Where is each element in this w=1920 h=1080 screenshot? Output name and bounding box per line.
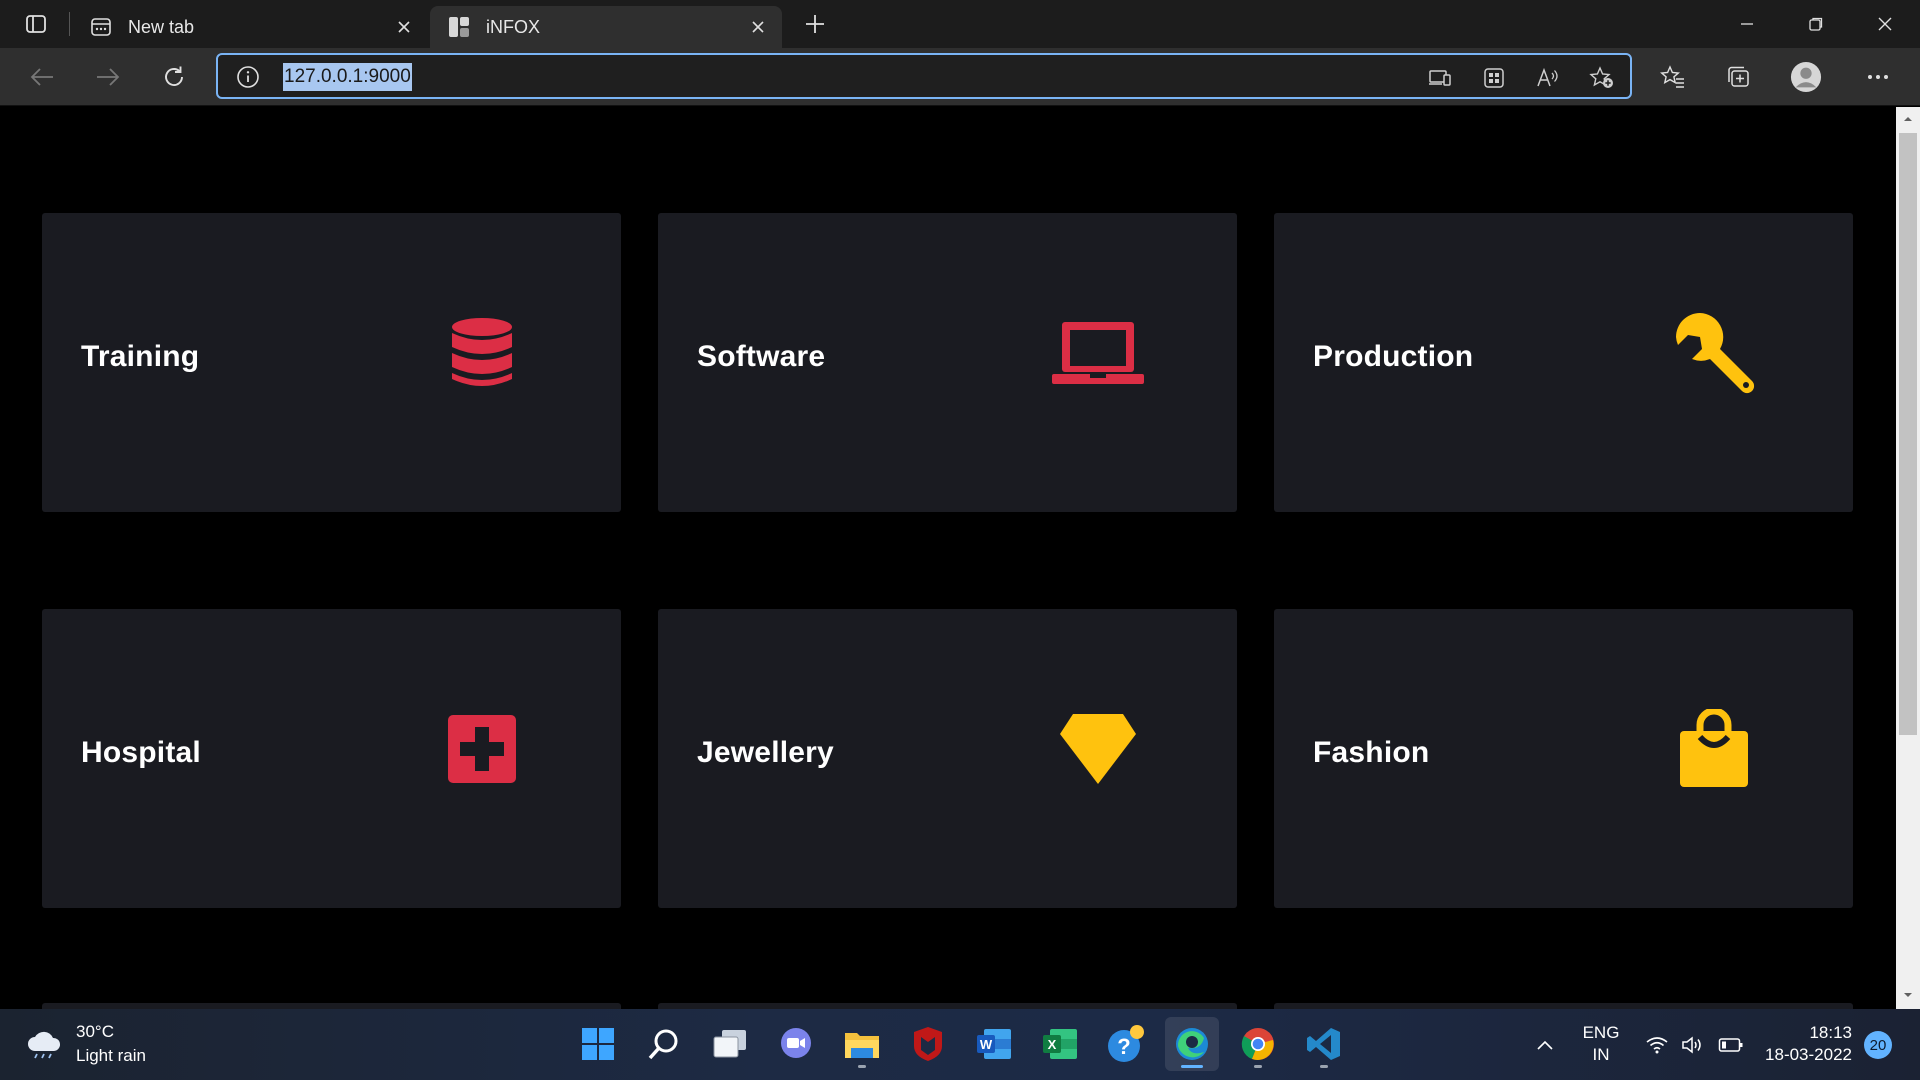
collections-icon[interactable] [1723, 61, 1755, 93]
tab-actions-icon[interactable] [14, 10, 58, 38]
clock-time: 18:13 [1809, 1023, 1852, 1042]
restore-icon [1809, 17, 1823, 31]
app-grid-icon[interactable] [1480, 64, 1508, 92]
running-indicator [1320, 1065, 1328, 1068]
tab-label: iNFOX [486, 16, 540, 37]
edge-icon[interactable] [1165, 1017, 1219, 1071]
task-view-icon[interactable] [703, 1017, 757, 1071]
windows-start-icon[interactable] [571, 1017, 625, 1071]
tab-label: New tab [128, 16, 195, 37]
card-title: Training [81, 340, 200, 373]
card-software[interactable]: Software [658, 213, 1237, 512]
running-indicator [1254, 1065, 1262, 1068]
window-close-button[interactable] [1862, 8, 1908, 40]
mcafee-icon[interactable] [901, 1017, 955, 1071]
tab-new-tab[interactable]: New tab [72, 6, 428, 48]
browser-toolbar: 127.0.0.1:9000 [0, 48, 1920, 106]
running-indicator [1181, 1065, 1203, 1068]
page-viewport: Training Software Production Hospital Je… [0, 107, 1896, 1009]
card-title: Fashion [1313, 736, 1430, 769]
minimize-icon [1741, 23, 1753, 25]
svg-text:?: ? [1117, 1034, 1130, 1059]
running-indicator [858, 1065, 866, 1068]
clock-date: 18-03-2022 [1765, 1045, 1852, 1064]
arrow-left-icon [30, 68, 53, 86]
card-title: Production [1313, 340, 1474, 373]
card-hospital[interactable]: Hospital [42, 609, 621, 908]
read-aloud-icon[interactable] [1534, 64, 1562, 92]
card-title: Hospital [81, 736, 201, 769]
site-info-icon[interactable] [236, 65, 260, 89]
battery-icon[interactable] [1717, 1031, 1745, 1059]
app-available-icon[interactable] [1426, 64, 1454, 92]
site-favicon [448, 16, 470, 38]
profile-avatar[interactable] [1790, 61, 1822, 93]
close-icon[interactable] [394, 17, 414, 37]
cloud-rain-icon [28, 1031, 61, 1059]
plus-icon [806, 15, 824, 33]
lang-code: ENG [1582, 1023, 1620, 1042]
card-production[interactable]: Production [1274, 213, 1853, 512]
wifi-icon[interactable] [1643, 1031, 1671, 1059]
restore-button[interactable] [1793, 8, 1839, 40]
new-tab-button[interactable] [800, 10, 830, 38]
weather-condition: Light rain [76, 1046, 146, 1065]
search-icon[interactable] [637, 1017, 691, 1071]
volume-icon[interactable] [1679, 1031, 1707, 1059]
first-aid-icon [427, 694, 537, 804]
file-explorer-icon[interactable] [835, 1017, 889, 1071]
tab-infox[interactable]: iNFOX [430, 6, 782, 48]
help-icon[interactable]: ? [1099, 1017, 1153, 1071]
card-training[interactable]: Training [42, 213, 621, 512]
arrow-right-icon [97, 68, 120, 86]
minimize-button[interactable] [1724, 8, 1770, 40]
shopping-bag-icon [1659, 694, 1769, 804]
windows-taskbar: 30°C Light rain W X ? ENG IN 18:13 18-03… [0, 1009, 1920, 1080]
chevron-up-icon[interactable] [1531, 1031, 1559, 1059]
svg-text:W: W [980, 1037, 993, 1052]
word-icon[interactable]: W [967, 1017, 1021, 1071]
forward-button[interactable] [90, 59, 126, 95]
card-title: Software [697, 340, 826, 373]
excel-icon[interactable]: X [1033, 1017, 1087, 1071]
teams-chat-icon[interactable] [769, 1017, 823, 1071]
weather-temp: 30°C [76, 1022, 114, 1041]
database-icon [427, 298, 537, 408]
region-code: IN [1592, 1045, 1610, 1064]
close-icon [1878, 17, 1892, 31]
card-fashion[interactable]: Fashion [1274, 609, 1853, 908]
favorites-icon[interactable] [1657, 61, 1689, 93]
tab-separator [69, 12, 70, 36]
chrome-icon[interactable] [1231, 1017, 1285, 1071]
address-bar[interactable]: 127.0.0.1:9000 [216, 53, 1632, 99]
newtab-icon [90, 16, 112, 38]
clock[interactable]: 18:13 18-03-2022 [1760, 1022, 1852, 1066]
input-language[interactable]: ENG IN [1580, 1022, 1622, 1066]
add-favorite-icon[interactable] [1588, 64, 1616, 92]
notification-badge[interactable]: 20 [1864, 1031, 1892, 1059]
laptop-icon [1043, 298, 1153, 408]
vertical-scrollbar[interactable] [1896, 107, 1920, 1009]
diamond-icon [1043, 694, 1153, 804]
weather-widget[interactable]: 30°C Light rain [26, 1019, 146, 1069]
url-text[interactable]: 127.0.0.1:9000 [283, 63, 412, 91]
refresh-button[interactable] [156, 59, 192, 95]
scrollbar-thumb[interactable] [1899, 133, 1917, 735]
wrench-icon [1659, 298, 1769, 408]
scroll-down-icon [1904, 993, 1912, 997]
svg-text:X: X [1048, 1037, 1057, 1052]
close-icon[interactable] [748, 17, 768, 37]
scroll-up-icon [1904, 117, 1912, 121]
more-options-icon[interactable] [1862, 61, 1894, 93]
card-title: Jewellery [697, 736, 834, 769]
card-jewellery[interactable]: Jewellery [658, 609, 1237, 908]
back-button[interactable] [24, 59, 60, 95]
vscode-icon[interactable] [1297, 1017, 1351, 1071]
refresh-icon [165, 66, 183, 86]
browser-tab-bar: New tab iNFOX [0, 0, 1920, 48]
